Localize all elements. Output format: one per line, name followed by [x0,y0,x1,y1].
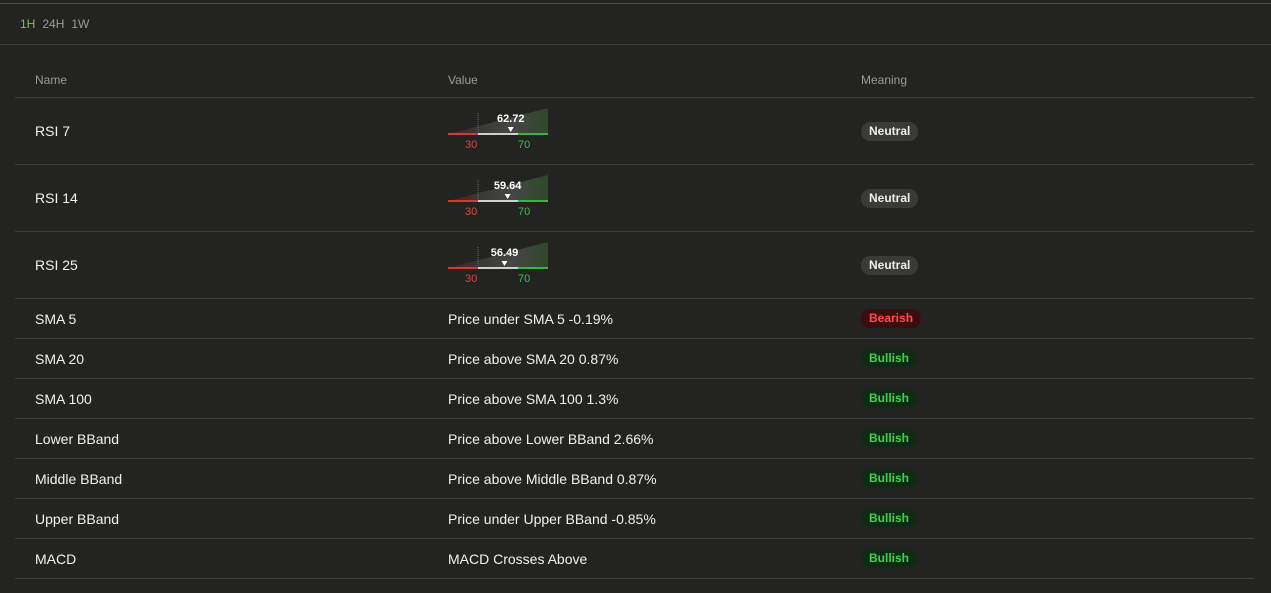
top-divider [0,3,1271,4]
meaning-badge: Neutral [861,188,919,208]
column-header-meaning: Meaning [861,72,908,87]
indicator-name: RSI 25 [35,257,78,273]
rsi-low-label: 30 [465,139,478,151]
column-header-value: Value [448,72,478,87]
tab-1h[interactable]: 1H [20,16,35,32]
tab-24h[interactable]: 24H [42,16,64,32]
rsi-high-label: 70 [518,273,531,285]
table-row: SMA 100 Price above SMA 100 1.3% Bullish [15,379,1254,419]
meaning-badge: Bullish [861,549,918,568]
rsi-gauge: 62.72 30 70 [448,108,548,152]
table-row: SMA 20 Price above SMA 20 0.87% Bullish [15,339,1254,379]
indicator-name: SMA 5 [35,310,77,327]
table-row: RSI 25 56.49 30 70 Neutral [15,232,1254,299]
indicator-name: SMA 20 [35,350,85,367]
meaning-cell: Neutral [861,232,919,298]
indicator-name: Middle BBand [35,470,123,487]
indicator-name: SMA 100 [35,390,92,407]
rsi-low-label: 30 [465,206,478,218]
meaning-cell: Bearish [861,299,922,338]
rsi-gauge: 56.49 30 70 [448,242,548,286]
table-row: RSI 7 62.72 30 70 Neutral [15,98,1254,165]
table-row: RSI 14 59.64 30 70 Neutral [15,165,1254,232]
table-row: SMA 5 Price under SMA 5 -0.19% Bearish [15,299,1254,339]
indicator-name: RSI 7 [35,123,71,139]
table-row: Upper BBand Price under Upper BBand -0.85… [15,499,1254,539]
meaning-cell: Bullish [861,499,918,538]
rsi-low-label: 30 [465,273,478,285]
rsi-high-label: 70 [518,206,531,218]
meaning-cell: Bullish [861,379,918,418]
column-header-name: Name [35,72,68,87]
indicator-value: MACD Crosses Above [448,550,588,567]
indicator-value: Price under SMA 5 -0.19% [448,310,613,327]
indicator-value: Price above Lower BBand 2.66% [448,430,654,447]
meaning-badge: Bearish [861,309,922,328]
table-row: MACD MACD Crosses Above Bullish [15,539,1254,579]
table-body: RSI 7 62.72 30 70 Neutral RSI 14 59.64 30 70 Neut… [15,98,1254,579]
rsi-value: 59.64 [493,180,522,192]
tab-1w[interactable]: 1W [71,16,89,32]
timeframe-tabs: 1H 24H 1W [20,16,89,32]
meaning-cell: Bullish [861,419,918,458]
meaning-badge: Bullish [861,469,918,488]
tabs-divider [0,44,1271,45]
meaning-cell: Neutral [861,98,919,164]
meaning-cell: Bullish [861,339,918,378]
rsi-gauge: 59.64 30 70 [448,175,548,219]
indicator-name: Upper BBand [35,510,120,527]
meaning-cell: Bullish [861,459,918,498]
table-row: Lower BBand Price above Lower BBand 2.66%… [15,419,1254,459]
rsi-value: 56.49 [490,247,519,259]
meaning-cell: Bullish [861,539,918,578]
meaning-badge: Bullish [861,509,918,528]
indicator-value: Price above Middle BBand 0.87% [448,470,657,487]
rsi-value: 62.72 [496,113,525,125]
indicator-value: Price above SMA 100 1.3% [448,390,619,407]
meaning-badge: Bullish [861,429,918,448]
indicators-table: Name Value Meaning RSI 7 62.72 30 70 Neutral… [15,62,1254,579]
indicator-name: Lower BBand [35,430,120,447]
table-header: Name Value Meaning [15,62,1254,98]
indicator-value: Price above SMA 20 0.87% [448,350,619,367]
table-row: Middle BBand Price above Middle BBand 0.8… [15,459,1254,499]
meaning-cell: Neutral [861,165,919,231]
indicator-name: RSI 14 [35,190,78,206]
rsi-high-label: 70 [518,139,531,151]
meaning-badge: Bullish [861,349,918,368]
indicator-name: MACD [35,550,77,567]
meaning-badge: Neutral [861,121,919,141]
meaning-badge: Bullish [861,389,918,408]
indicator-value: Price under Upper BBand -0.85% [448,510,656,527]
meaning-badge: Neutral [861,255,919,275]
